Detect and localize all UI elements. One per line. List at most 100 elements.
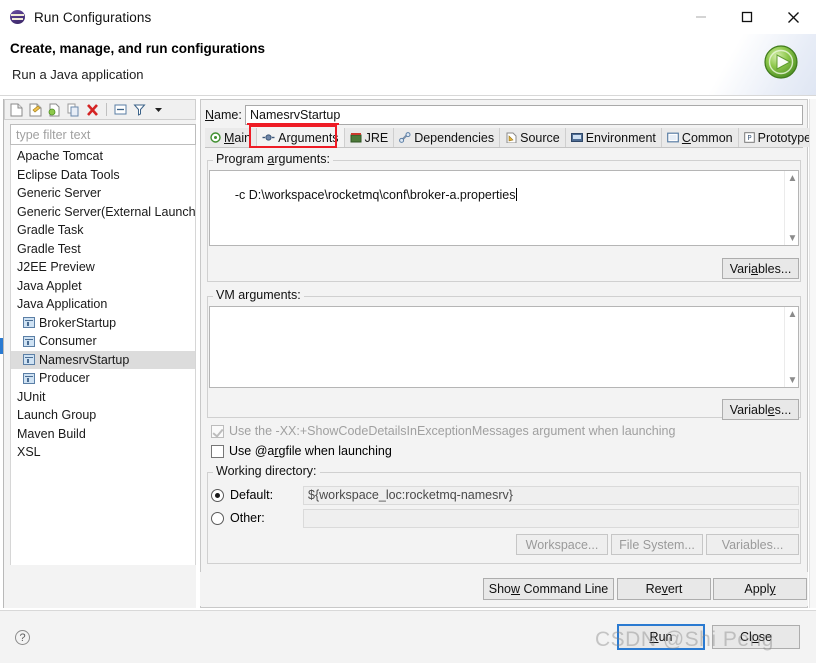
tree-item[interactable]: BrokerStartup (11, 314, 195, 333)
configurations-tree[interactable]: Apache Tomcat Eclipse Data Tools Generic S… (10, 145, 196, 565)
working-dir-variables-button[interactable]: Variables... (706, 534, 799, 555)
workspace-button[interactable]: Workspace... (516, 534, 608, 555)
tab-dependencies[interactable]: Dependencies (394, 128, 501, 147)
tab-arguments[interactable]: Arguments (257, 128, 345, 147)
maximize-button[interactable] (724, 0, 770, 34)
working-dir-other-value[interactable] (303, 509, 799, 528)
working-dir-default-radio-row[interactable]: Default: (211, 488, 273, 502)
tree-item[interactable]: Consumer (11, 332, 195, 351)
show-command-line-button[interactable]: Show Command Line (483, 578, 614, 600)
tree-item[interactable]: J2EE Preview (11, 258, 195, 277)
tree-item-label: Producer (39, 371, 90, 385)
new-prototype-icon[interactable] (27, 101, 44, 118)
run-button[interactable]: Run (617, 624, 705, 650)
tree-item[interactable]: Gradle Task (11, 221, 195, 240)
run-play-icon (761, 42, 801, 82)
apply-action-bar: Show Command Line Revert Apply (200, 572, 808, 606)
vm-arguments-variables-button[interactable]: Variables... (722, 399, 799, 420)
tab-label: Source (520, 130, 560, 145)
minimize-button[interactable] (678, 0, 724, 34)
working-dir-other-radio[interactable] (211, 511, 224, 525)
export-configuration-icon[interactable] (46, 101, 63, 118)
program-arguments-variables-button[interactable]: Variables... (722, 258, 799, 279)
tree-item[interactable]: Launch Group (11, 406, 195, 425)
tree-item[interactable]: JUnit (11, 388, 195, 407)
dialog-scrollbar[interactable] (809, 99, 816, 608)
tree-item[interactable]: Producer (11, 369, 195, 388)
tree-item[interactable]: Maven Build (11, 425, 195, 444)
vm-arguments-input[interactable]: ▲ ▼ (209, 306, 799, 388)
filter-placeholder: type filter text (16, 127, 91, 142)
vm-arguments-scrollbar[interactable]: ▲ ▼ (784, 307, 798, 387)
new-configuration-icon[interactable] (8, 101, 25, 118)
filter-input[interactable]: type filter text (10, 124, 196, 145)
close-button[interactable] (770, 0, 816, 34)
configurations-tree-panel: type filter text Apache Tomcat Eclipse Da… (4, 99, 196, 608)
working-dir-other-label: Other: (230, 511, 265, 525)
tab-common[interactable]: Common (661, 128, 739, 147)
toolbar-separator (106, 103, 107, 116)
scroll-up-arrow[interactable]: ▲ (785, 171, 798, 185)
java-launch-config-icon (23, 335, 35, 347)
tree-item[interactable]: Gradle Test (11, 240, 195, 259)
text-caret (515, 188, 517, 201)
collapse-all-icon[interactable] (112, 101, 129, 118)
tab-label: Main (224, 130, 252, 145)
java-launch-config-icon (23, 354, 35, 366)
program-arguments-scrollbar[interactable]: ▲ ▼ (784, 171, 798, 245)
close-dialog-button[interactable]: Close (712, 625, 800, 649)
scroll-down-arrow[interactable]: ▼ (785, 373, 798, 387)
tree-item[interactable]: Eclipse Data Tools (11, 166, 195, 185)
dialog-header: Create, manage, and run configurations R… (0, 34, 816, 96)
tree-item[interactable]: Generic Server (11, 184, 195, 203)
window-title: Run Configurations (34, 9, 152, 25)
scroll-down-arrow[interactable]: ▼ (785, 231, 798, 245)
window-titlebar: Run Configurations (0, 0, 816, 34)
tree-item[interactable]: XSL (11, 443, 195, 462)
tree-item-label: BrokerStartup (39, 315, 117, 330)
tree-item[interactable]: Apache Tomcat (11, 147, 195, 166)
tree-item-label: J2EE Preview (17, 260, 95, 274)
tab-prototype[interactable]: P Prototype (738, 128, 816, 147)
tab-jre[interactable]: JRE (344, 128, 395, 147)
svg-text:P: P (747, 134, 751, 142)
duplicate-icon[interactable] (65, 101, 82, 118)
tab-environment[interactable]: Environment (565, 128, 662, 147)
program-arguments-input[interactable]: -c D:\workspace\rocketmq\conf\broker-a.p… (209, 170, 799, 246)
working-dir-default-radio[interactable] (211, 488, 224, 502)
run-configurations-dialog: Run Configurations Create, manage, and r… (0, 0, 816, 663)
tree-item[interactable]: Java Application (11, 295, 195, 314)
filter-icon[interactable] (131, 101, 148, 118)
jre-tab-icon (350, 132, 362, 143)
main-tab-icon (210, 132, 221, 143)
eclipse-icon (10, 9, 26, 25)
working-dir-other-radio-row[interactable]: Other: (211, 511, 265, 525)
tab-main[interactable]: Main (205, 128, 258, 147)
delete-icon[interactable] (84, 101, 101, 118)
page-subtitle: Run a Java application (12, 67, 144, 82)
tab-source[interactable]: Source (500, 128, 566, 147)
tree-item[interactable]: Java Applet (11, 277, 195, 296)
argfile-checkbox-row[interactable]: Use @argfile when launching (211, 444, 392, 458)
help-icon[interactable]: ? (15, 630, 30, 645)
show-code-details-checkbox (211, 424, 224, 438)
prototype-tab-icon: P (743, 132, 755, 143)
file-system-button[interactable]: File System... (611, 534, 703, 555)
show-code-details-label: Use the -XX:+ShowCodeDetailsInExceptionM… (229, 424, 676, 438)
view-menu-icon[interactable] (150, 101, 167, 118)
tree-item[interactable]: NamesrvStartup (11, 350, 195, 369)
java-launch-config-icon (23, 317, 35, 329)
name-row: Name: NamesrvStartup (205, 105, 803, 125)
argfile-checkbox[interactable] (211, 444, 224, 458)
name-input[interactable]: NamesrvStartup (245, 105, 803, 125)
working-dir-default-label: Default: (230, 488, 274, 502)
scroll-up-arrow[interactable]: ▲ (785, 307, 798, 321)
revert-button[interactable]: Revert (617, 578, 711, 600)
dialog-bottom-bar: ? Run Close (0, 610, 816, 663)
apply-button[interactable]: Apply (713, 578, 807, 600)
tree-item-label: Generic Server (17, 186, 102, 200)
show-code-details-checkbox-row[interactable]: Use the -XX:+ShowCodeDetailsInExceptionM… (211, 424, 675, 438)
tree-item-label: Generic Server(External Launch) (17, 204, 196, 219)
tree-item-label: Apache Tomcat (17, 149, 103, 163)
tree-item[interactable]: Generic Server(External Launch) (11, 203, 195, 222)
